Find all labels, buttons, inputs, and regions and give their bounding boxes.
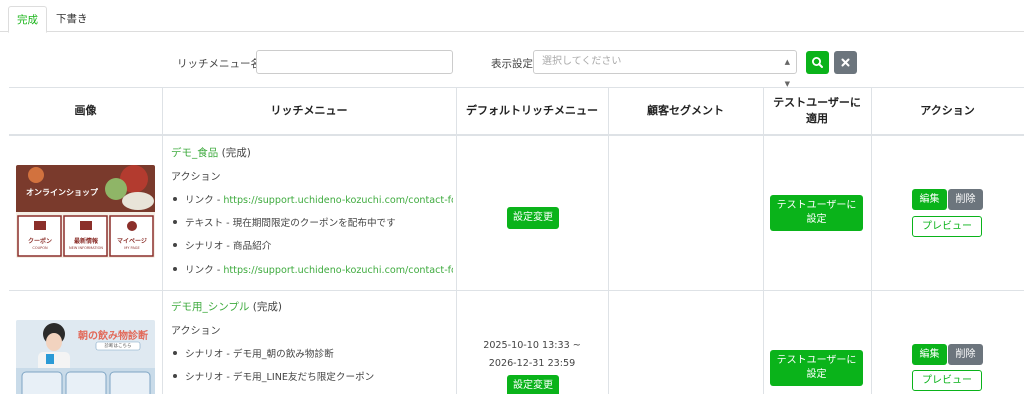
action-item-prefix: リンク - <box>185 265 224 276</box>
delete-button[interactable]: 削除 <box>948 189 983 210</box>
default-period: 2025-10-10 13:33 ~ 2026-12-31 23:59 <box>470 337 594 373</box>
action-label: アクション <box>171 326 221 337</box>
action-item-prefix: リンク - <box>185 195 224 206</box>
richmenu-status: (完成) <box>252 301 282 313</box>
filter-bar: リッチメニュー名 表示設定 選択してください ▲ ▼ <box>0 50 1024 88</box>
edit-button[interactable]: 編集 <box>912 344 947 365</box>
thumbnail-button-news: 最新情報 <box>73 238 98 245</box>
action-item-link[interactable]: https://support.uchideno-kozuchi.com/con… <box>223 265 453 276</box>
richmenu-name-link[interactable]: デモ用_シンプル <box>171 301 249 313</box>
richmenu-name-label: リッチメニュー名 <box>177 58 261 70</box>
close-icon <box>841 58 850 67</box>
action-item: シナリオ - デモ用_LINE友だち限定クーポン <box>171 369 453 383</box>
richmenu-thumbnail: オンラインショップ クーポン COUPON 最新情報 NEW INFORMATI… <box>16 165 155 258</box>
header-apply-test-user-line1: テストユーザーに <box>773 96 861 109</box>
edit-button[interactable]: 編集 <box>912 189 947 210</box>
set-test-user-label-line1: テストユーザーに <box>776 355 857 366</box>
display-setting-select[interactable]: 選択してください ▲ ▼ <box>533 50 797 88</box>
tab-draft[interactable]: 下書き <box>48 6 96 33</box>
search-button[interactable] <box>806 51 829 74</box>
display-setting-placeholder: 選択してください <box>542 56 622 67</box>
header-customer-segment: 顧客セグメント <box>647 104 724 117</box>
preview-button[interactable]: プレビュー <box>912 216 982 237</box>
richmenu-name-link[interactable]: デモ_食品 <box>171 147 218 159</box>
action-label: アクション <box>171 172 221 183</box>
header-image: 画像 <box>74 104 97 117</box>
thumbnail-banner-text: オンラインショップ <box>26 188 98 197</box>
thumbnail-banner-subtext: 診断はこちら <box>104 344 132 349</box>
default-setting-change-button[interactable]: 設定変更 <box>507 375 559 394</box>
header-default-richmenu: デフォルトリッチメニュー <box>466 104 598 117</box>
set-test-user-label-line2: 設定 <box>806 214 827 225</box>
delete-button[interactable]: 削除 <box>948 344 983 365</box>
status-tabs: 完成 下書き <box>0 0 1024 33</box>
header-apply-test-user: テストユーザーに 適用 <box>763 87 871 135</box>
richmenu-thumbnail: 朝の飲み物診断 診断はこちら <box>16 320 155 394</box>
action-item-prefix: シナリオ - デモ用_朝の飲み物診断 <box>185 349 334 360</box>
set-test-user-button[interactable]: テストユーザーに 設定 <box>770 350 863 386</box>
tab-complete[interactable]: 完成 <box>8 6 47 33</box>
default-setting-change-button[interactable]: 設定変更 <box>507 207 559 229</box>
thumbnail-button-mypage: マイページ <box>117 238 147 245</box>
thumbnail-banner-text: 朝の飲み物診断 <box>78 331 148 342</box>
header-action: アクション <box>920 104 975 117</box>
set-test-user-button[interactable]: テストユーザーに 設定 <box>770 195 863 231</box>
action-item: リンク - https://support.uchideno-kozuchi.c… <box>171 192 453 206</box>
action-item: リンク - https://support.uchideno-kozuchi.c… <box>171 262 453 276</box>
action-item: シナリオ - デモ用_朝の飲み物診断 <box>171 346 453 360</box>
header-richmenu: リッチメニュー <box>270 104 348 117</box>
period-start: 2025-10-10 13:33 ~ <box>483 340 581 351</box>
thumbnail-button-coupon-sub: COUPON <box>32 246 48 250</box>
set-test-user-label-line2: 設定 <box>806 369 827 380</box>
richmenu-status: (完成) <box>221 147 251 159</box>
set-test-user-label-line1: テストユーザーに <box>776 200 857 211</box>
period-end: 2026-12-31 23:59 <box>488 358 576 369</box>
clear-button[interactable] <box>834 51 857 74</box>
thumbnail-button-mypage-sub: MY PAGE <box>124 246 140 250</box>
action-item-link[interactable]: https://support.uchideno-kozuchi.com/con… <box>223 195 453 206</box>
thumbnail-button-coupon: クーポン <box>27 238 52 245</box>
richmenu-title: デモ用_シンプル (完成) <box>171 299 282 314</box>
header-apply-test-user-line2: 適用 <box>806 112 828 125</box>
action-item: テキスト - 現在期間限定のクーポンを配布中です <box>171 215 453 229</box>
action-item-prefix: テキスト - 現在期間限定のクーポンを配布中です <box>185 218 396 229</box>
action-item-prefix: シナリオ - 商品紹介 <box>185 241 272 252</box>
thumbnail-button-news-sub: NEW INFORMATION <box>69 246 103 250</box>
preview-button[interactable]: プレビュー <box>912 370 982 391</box>
action-item: シナリオ - 商品紹介 <box>171 238 453 252</box>
richmenu-title: デモ_食品 (完成) <box>171 145 251 160</box>
action-item-prefix: シナリオ - デモ用_LINE友だち限定クーポン <box>185 372 375 383</box>
search-icon <box>812 57 823 68</box>
richmenu-name-input[interactable] <box>256 50 453 74</box>
display-setting-label: 表示設定 <box>491 58 533 70</box>
